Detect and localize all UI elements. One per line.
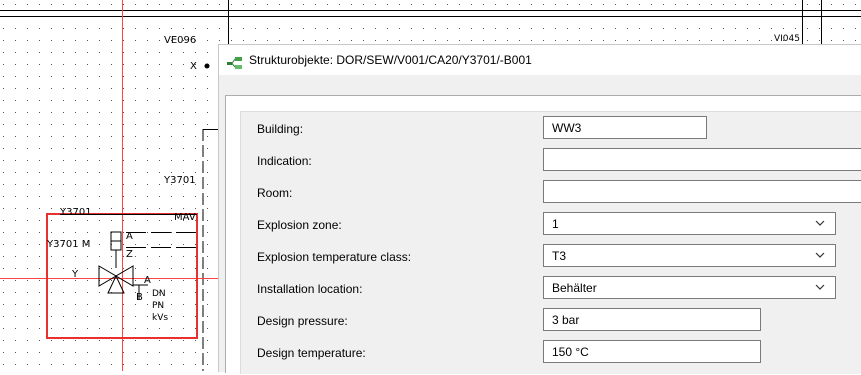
cad-label-y3701-m: Y3701 M	[47, 240, 90, 250]
cad-label-x: X	[190, 61, 197, 72]
design-temperature-label: Design temperature:	[257, 346, 366, 360]
explosion-temperature-class-label: Explosion temperature class:	[257, 250, 412, 264]
form-row-indication: Indication:	[241, 144, 861, 176]
form-row-explosion-zone: Explosion zone: 1	[241, 208, 861, 240]
design-temperature-input[interactable]: 150 °C	[543, 340, 761, 363]
dialog-title: Strukturobjekte: DOR/SEW/V001/CA20/Y3701…	[249, 53, 532, 67]
cad-label-kvs: kVs	[152, 313, 169, 323]
cad-label-y3701-tag: Y3701	[60, 207, 92, 218]
building-label: Building:	[257, 122, 304, 136]
form-row-design-pressure: Design pressure: 3 bar	[241, 304, 861, 336]
cad-label-a-top: A	[126, 231, 133, 242]
properties-form: Building: WW3 Indication: Room: Explosio…	[240, 111, 861, 374]
cad-label-z: Z	[126, 249, 133, 260]
explosion-temperature-class-value: T3	[552, 249, 567, 263]
chevron-down-icon	[815, 284, 825, 290]
explosion-temperature-class-select[interactable]: T3	[543, 244, 836, 267]
cad-label-mav: MAV	[174, 212, 196, 223]
cad-label-vi045: VI045	[774, 34, 800, 44]
form-row-building: Building: WW3	[241, 112, 861, 144]
dialog-content-panel: Building: WW3 Indication: Room: Explosio…	[225, 95, 861, 374]
form-row-installation-location: Installation location: Behälter	[241, 272, 861, 304]
chevron-down-icon	[815, 220, 825, 226]
cad-label-y3701-m-text: Y3701	[47, 239, 79, 250]
building-input[interactable]: WW3	[543, 116, 707, 139]
cad-label-m: M	[81, 239, 91, 250]
design-pressure-input[interactable]: 3 bar	[543, 308, 761, 331]
room-input[interactable]	[543, 180, 861, 203]
tree-structure-icon	[227, 54, 243, 69]
cad-label-a-valve: A	[144, 275, 151, 286]
cad-label-pn: PN	[152, 301, 165, 311]
explosion-zone-value: 1	[552, 217, 559, 231]
installation-location-label: Installation location:	[257, 282, 363, 296]
installation-location-select[interactable]: Behälter	[543, 276, 836, 299]
chevron-down-icon	[815, 252, 825, 258]
cad-label-dn: DN	[152, 289, 166, 299]
explosion-zone-select[interactable]: 1	[543, 212, 836, 235]
room-label: Room:	[257, 186, 293, 200]
cad-label-b: B	[136, 292, 143, 303]
cad-label-ve096: VE096	[164, 35, 197, 46]
explosion-zone-label: Explosion zone:	[257, 218, 342, 232]
form-row-explosion-temperature-class: Explosion temperature class: T3	[241, 240, 861, 272]
cad-label-y: Y	[72, 269, 79, 280]
connection-dot	[204, 63, 210, 69]
form-row-design-temperature: Design temperature: 150 °C	[241, 336, 861, 368]
indication-input[interactable]	[543, 148, 861, 171]
installation-location-value: Behälter	[552, 281, 597, 295]
dialog-titlebar[interactable]: Strukturobjekte: DOR/SEW/V001/CA20/Y3701…	[219, 45, 861, 75]
structure-object-dialog[interactable]: Strukturobjekte: DOR/SEW/V001/CA20/Y3701…	[218, 44, 861, 374]
form-row-room: Room:	[241, 176, 861, 208]
indication-label: Indication:	[257, 154, 312, 168]
cad-label-y3701: Y3701	[164, 175, 196, 186]
design-pressure-label: Design pressure:	[257, 314, 348, 328]
